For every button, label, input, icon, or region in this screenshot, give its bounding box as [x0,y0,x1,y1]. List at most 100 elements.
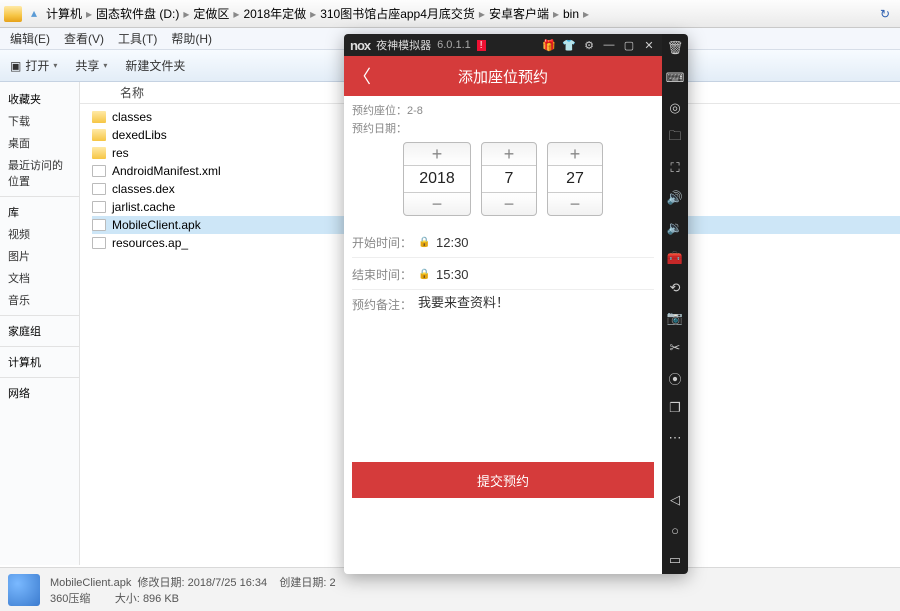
open-icon: ▣ [10,59,21,73]
file-name: resources.ap_ [112,236,188,250]
location-icon[interactable]: ◎ [667,100,683,116]
breadcrumb[interactable]: 计算机▸ 固态软件盘 (D:)▸ 定做区▸ 2018年定做▸ 310图书馆占座a… [46,5,874,22]
badge-icon: ! [477,40,486,51]
file-name: res [112,146,129,160]
menu-view[interactable]: 查看(V) [64,30,104,47]
folder-icon [92,129,106,141]
folder-icon [92,111,106,123]
nox-logo: nox [350,38,370,53]
chevron-down-icon: ▾ [103,61,107,70]
crumb-seg[interactable]: 310图书馆占座app4月底交货 [320,5,475,22]
menu-help[interactable]: 帮助(H) [171,30,212,47]
folder-icon [92,147,106,159]
year-wheel[interactable]: + 2018 − [403,142,471,216]
sidebar-desktop[interactable]: 桌面 [0,132,79,154]
record-icon[interactable]: ⦿ [667,370,683,386]
file-icon [92,183,106,195]
sidebar-video[interactable]: 视频 [0,223,79,245]
plus-icon[interactable]: + [548,143,602,165]
note-textarea[interactable] [418,292,654,412]
menu-edit[interactable]: 编辑(E) [10,30,50,47]
minimize-icon[interactable]: — [602,39,616,51]
close-icon[interactable]: ✕ [642,39,656,52]
end-time-field[interactable]: 结束时间： 🔒 15:30 [352,260,654,290]
folder-icon[interactable]: 🗀 [667,130,683,146]
file-icon [92,201,106,213]
minus-icon[interactable]: − [548,193,602,215]
minus-icon[interactable]: − [482,193,536,215]
sidebar-library[interactable]: 库 [0,201,79,223]
file-name: dexedLibs [112,128,167,142]
crumb-seg[interactable]: 固态软件盘 (D:) [96,5,179,22]
home-nav-icon[interactable]: ○ [667,522,683,538]
file-name: classes.dex [112,182,175,196]
nav-sidebar: 收藏夹 下载 桌面 最近访问的位置 库 视频 图片 文档 音乐 家庭组 计算机 … [0,82,80,565]
keyboard-icon[interactable]: ⌨ [667,70,683,86]
file-name: jarlist.cache [112,200,175,214]
status-filename: MobileClient.apk [50,577,131,589]
sidebar-recent[interactable]: 最近访问的位置 [0,154,79,192]
plus-icon[interactable]: + [482,143,536,165]
app-header: 〈 添加座位预约 [344,56,662,96]
app-title: 添加座位预约 [344,66,662,87]
date-picker[interactable]: + 2018 − + 7 − + 27 − [403,142,603,216]
chevron-down-icon: ▾ [53,61,57,70]
more-icon[interactable]: ⋯ [667,430,683,446]
minus-icon[interactable]: − [404,193,470,215]
up-icon[interactable]: ▴ [26,6,42,22]
rotate-icon[interactable]: ⟲ [667,280,683,296]
sidebar-homegroup[interactable]: 家庭组 [0,320,79,342]
lock-icon: 🔒 [418,237,430,248]
crumb-seg[interactable]: 定做区 [193,5,229,22]
scissors-icon[interactable]: ✂ [667,340,683,356]
submit-button[interactable]: 提交预约 [352,462,654,498]
emulator-window: nox 夜神模拟器 6.0.1.1 ! 🎁 👕 ⚙ — ▢ ✕ 〈 添加座位预约… [344,34,688,574]
recents-nav-icon[interactable]: ▭ [667,552,683,568]
screenshot-icon[interactable]: 📷 [667,310,683,326]
crumb-seg[interactable]: bin [563,7,579,21]
sidebar-network[interactable]: 网络 [0,382,79,404]
sidebar-doc[interactable]: 文档 [0,267,79,289]
app-screen: 〈 添加座位预约 预约座位：2-8 预约日期： + 2018 − + 7 − [344,56,662,574]
crumb-seg[interactable]: 2018年定做 [243,5,306,22]
sidebar-downloads[interactable]: 下载 [0,110,79,132]
multi-icon[interactable]: ❐ [667,400,683,416]
sidebar-music[interactable]: 音乐 [0,289,79,311]
tshirt-icon[interactable]: 👕 [562,39,576,52]
sidebar-favorites[interactable]: 收藏夹 [0,88,79,110]
gear-icon[interactable]: ⚙ [582,39,596,52]
month-wheel[interactable]: + 7 − [481,142,537,216]
volume-down-icon[interactable]: 🔉 [667,220,683,236]
file-name: AndroidManifest.xml [112,164,221,178]
file-name: classes [112,110,152,124]
open-button[interactable]: ▣ 打开 ▾ [10,57,57,74]
fullscreen-icon[interactable]: ⛶ [667,160,683,176]
file-thumb-icon [8,574,40,606]
sidebar-computer[interactable]: 计算机 [0,351,79,373]
back-nav-icon[interactable]: ◁ [667,492,683,508]
day-wheel[interactable]: + 27 − [547,142,603,216]
plus-icon[interactable]: + [404,143,470,165]
sidebar-pic[interactable]: 图片 [0,245,79,267]
emulator-titlebar[interactable]: nox 夜神模拟器 6.0.1.1 ! 🎁 👕 ⚙ — ▢ ✕ [344,34,662,56]
volume-up-icon[interactable]: 🔊 [667,190,683,206]
file-icon [92,219,106,231]
new-folder-button[interactable]: 新建文件夹 [125,57,185,74]
menu-tools[interactable]: 工具(T) [118,30,157,47]
note-field[interactable]: 预约备注： [352,292,654,412]
crumb-seg[interactable]: 计算机 [46,5,82,22]
crumb-seg[interactable]: 安卓客户端 [489,5,549,22]
start-time-field[interactable]: 开始时间： 🔒 12:30 [352,228,654,258]
file-name: MobileClient.apk [112,218,201,232]
toolbox-icon[interactable]: 🧰 [667,250,683,266]
address-bar[interactable]: ▴ 计算机▸ 固态软件盘 (D:)▸ 定做区▸ 2018年定做▸ 310图书馆占… [0,0,900,28]
trash-icon[interactable]: 🗑 [667,40,683,56]
file-icon [92,237,106,249]
refresh-icon[interactable]: ↻ [874,7,896,21]
emulator-sidebar: 🗑 ⌨ ◎ 🗀 ⛶ 🔊 🔉 🧰 ⟲ 📷 ✂ ⦿ ❐ ⋯ ◁ ○ ▭ [662,34,688,574]
back-icon[interactable]: 〈 [344,63,380,89]
file-icon [92,165,106,177]
gift-icon[interactable]: 🎁 [542,39,556,52]
share-button[interactable]: 共享 ▾ [75,57,107,74]
maximize-icon[interactable]: ▢ [622,39,636,52]
